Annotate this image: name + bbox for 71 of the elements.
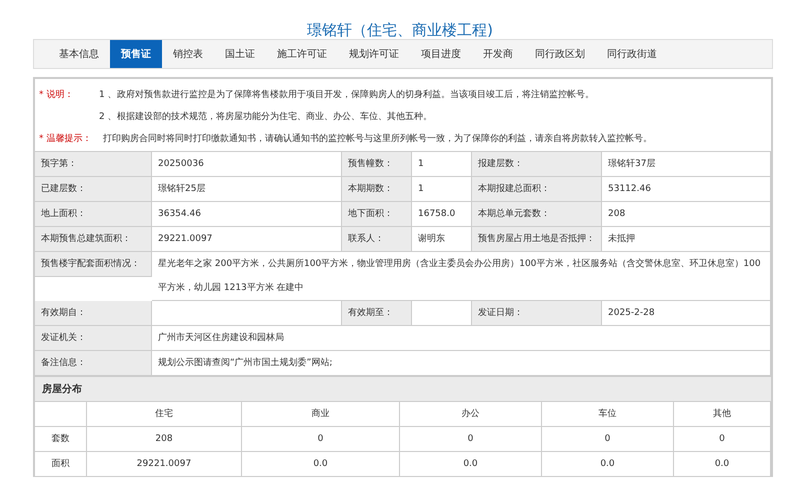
tab[interactable]: 规划许可证 xyxy=(338,40,410,68)
table-cell: 0 xyxy=(674,427,771,452)
table-cell: 0.0 xyxy=(674,452,771,477)
field-value: 璟铭轩25层 xyxy=(152,177,342,202)
table-cell: 0 xyxy=(400,427,542,452)
note-label: * 说明： xyxy=(39,88,74,100)
field-label: 发证机关： xyxy=(35,326,152,351)
field-value: 29221.0097 xyxy=(152,227,342,252)
field-label: 预售楼宇配套面积情况： xyxy=(35,252,152,277)
field-value: 谢明东 xyxy=(412,227,472,252)
field-value: 广州市天河区住房建设和园林局 xyxy=(152,326,771,351)
table-cell: 0.0 xyxy=(542,452,674,477)
field-label: 本期期数： xyxy=(342,177,412,202)
field-label: 本期预售总建筑面积： xyxy=(35,227,152,252)
tab[interactable]: 同行政街道 xyxy=(596,40,668,68)
field-label: 预字第： xyxy=(35,152,152,177)
page-title: 璟铭轩（住宅、商业楼工程) xyxy=(306,20,494,39)
field-label: 已建层数： xyxy=(35,177,152,202)
field-label: 地下面积： xyxy=(342,202,412,227)
field-value: 1 xyxy=(412,177,472,202)
field-value: 1 xyxy=(412,152,472,177)
tab[interactable]: 预售证 xyxy=(110,40,162,68)
field-value: 璟铭轩37层 xyxy=(602,152,771,177)
row-header: 面积 xyxy=(35,452,87,477)
field-label: 备注信息： xyxy=(35,351,152,376)
section-title: 房屋分布 xyxy=(35,377,771,402)
field-label: 联系人： xyxy=(342,227,412,252)
tab[interactable]: 同行政区划 xyxy=(524,40,596,68)
field-value: 规划公示图请查阅“广州市国土规划委”网站; xyxy=(152,351,771,376)
note-label: * 温馨提示： xyxy=(39,132,92,144)
field-value: 53112.46 xyxy=(602,177,771,202)
tab[interactable]: 施工许可证 xyxy=(266,40,338,68)
field-value: 16758.0 xyxy=(412,202,472,227)
row-header: 套数 xyxy=(35,427,87,452)
column-header: 车位 xyxy=(542,402,674,427)
note-number: 2 、 xyxy=(99,110,117,122)
column-header: 商业 xyxy=(242,402,400,427)
tab[interactable]: 基本信息 xyxy=(48,40,110,68)
table-cell: 208 xyxy=(87,427,242,452)
field-value: 星光老年之家 200平方米，公共厕所100平方米，物业管理用房（含业主委员会办公用房）100平方米，社区服务站（含交警休息室、环卫休息室）100平方米，幼儿园 1213平方米 在建中 xyxy=(152,252,771,301)
table-cell: 0.0 xyxy=(400,452,542,477)
field-label: 有效期自： xyxy=(35,301,152,326)
note-text: 打印购房合同时将同时打印缴款通知书，请确认通知书的监控帐号与这里所列帐号一致，为了保障你的利益，请亲自将房款转入监控帐号。 xyxy=(103,132,652,144)
table-cell: 0 xyxy=(242,427,400,452)
note-number: 1 、 xyxy=(99,88,117,100)
field-value: 20250036 xyxy=(152,152,342,177)
field-label: 发证日期： xyxy=(472,301,602,326)
column-header: 住宅 xyxy=(87,402,242,427)
field-label: 本期总单元套数： xyxy=(472,202,602,227)
column-header: 其他 xyxy=(674,402,771,427)
field-label: 报建层数： xyxy=(472,152,602,177)
field-value: 208 xyxy=(602,202,771,227)
tab[interactable]: 项目进度 xyxy=(410,40,472,68)
table-cell: 29221.0097 xyxy=(87,452,242,477)
field-label: 预售房屋占用土地是否抵押： xyxy=(472,227,602,252)
tab[interactable]: 国土证 xyxy=(214,40,266,68)
note-text: 政府对预售款进行监控是为了保障将售楼款用于项目开发，保障购房人的切身利益。当该项目竣工后，将注销监控帐号。 xyxy=(117,88,594,100)
field-value: 36354.46 xyxy=(152,202,342,227)
note-text: 根据建设部的技术规范，将房屋功能分为住宅、商业、办公、车位、其他五种。 xyxy=(117,110,432,122)
field-label: 本期报建总面积： xyxy=(472,177,602,202)
field-label: 有效期至： xyxy=(342,301,412,326)
field-label: 预售幢数： xyxy=(342,152,412,177)
tab[interactable]: 开发商 xyxy=(472,40,524,68)
table-cell: 0 xyxy=(542,427,674,452)
field-value: 2025-2-28 xyxy=(602,301,771,326)
field-label: 地上面积： xyxy=(35,202,152,227)
tab[interactable]: 销控表 xyxy=(162,40,214,68)
column-header: 办公 xyxy=(400,402,542,427)
field-value: 未抵押 xyxy=(602,227,771,252)
table-cell: 0.0 xyxy=(242,452,400,477)
field-value xyxy=(412,301,472,326)
